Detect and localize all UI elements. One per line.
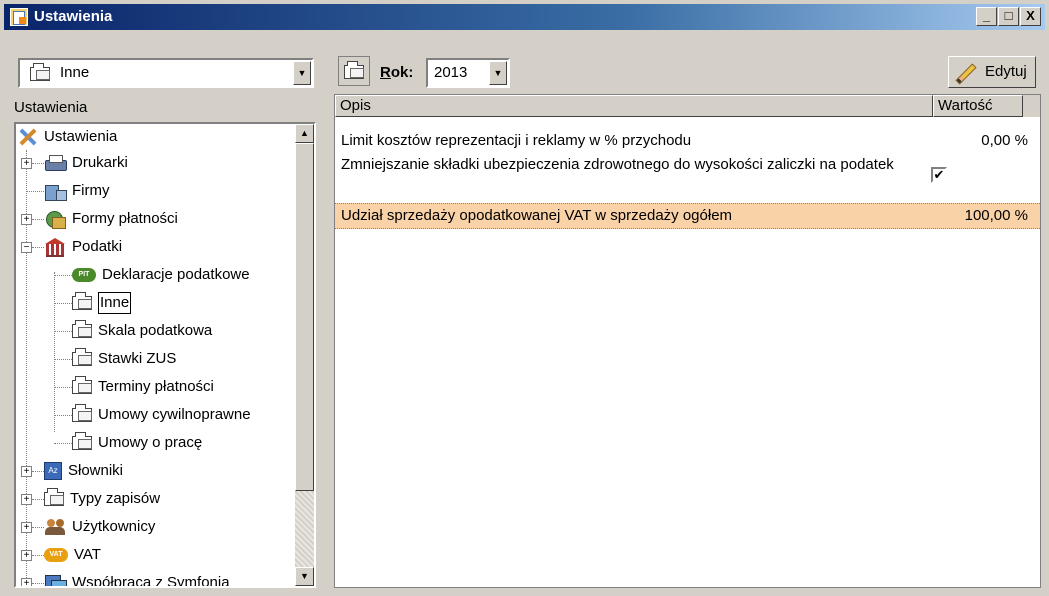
folder-icon (72, 348, 92, 367)
column-header-opis[interactable]: Opis (335, 95, 933, 117)
row-description: Limit kosztów reprezentacji i reklamy w … (341, 132, 692, 149)
row-description: Udział sprzedaży opodatkowanej VAT w spr… (341, 207, 733, 224)
maximize-button[interactable]: □ (998, 7, 1019, 26)
tree-item-vat[interactable]: VAT VAT (44, 542, 101, 568)
pit-icon: PIT (72, 268, 96, 283)
row-checkbox[interactable]: ✔ (931, 167, 947, 183)
printer-icon (44, 154, 67, 172)
close-button[interactable]: X (1020, 7, 1041, 26)
table-row[interactable]: Limit kosztów reprezentacji i reklamy w … (335, 129, 1040, 153)
chevron-down-icon[interactable]: ▼ (293, 61, 311, 85)
tree-item-podatki[interactable]: Podatki (44, 234, 122, 260)
tree-item-stawki-zus[interactable]: Stawki ZUS (72, 346, 176, 372)
tree-item-formy-platnosci[interactable]: Formy płatności (44, 206, 178, 232)
tree-header: Ustawienia (14, 99, 88, 116)
chevron-down-icon[interactable]: ▼ (489, 61, 507, 85)
tree-item-umowy-cywilne[interactable]: Umowy cywilnoprawne (72, 402, 251, 428)
folder-toolbar-button[interactable] (338, 56, 370, 86)
sync-icon (44, 573, 67, 586)
category-combo-value: Inne (60, 64, 90, 81)
table-row[interactable]: Zmniejszanie składki ubezpieczenia zdrow… (335, 153, 1040, 197)
year-combo[interactable]: 2013 ▼ (426, 58, 510, 88)
payment-icon (44, 209, 66, 230)
settings-window: Ustawienia _ □ X Inne ▼ Ustawienia + + −… (0, 0, 1049, 596)
edit-button[interactable]: Edytuj (948, 56, 1036, 88)
folder-icon (72, 320, 92, 339)
folder-icon (44, 488, 64, 507)
tree-item-deklaracje[interactable]: PIT Deklaracje podatkowe (72, 262, 250, 288)
expand-toggle[interactable]: + (21, 578, 32, 586)
tax-office-icon (44, 237, 66, 258)
category-combo[interactable]: Inne ▼ (18, 58, 314, 88)
tree-item-skala[interactable]: Skala podatkowa (72, 318, 212, 344)
window-title: Ustawienia (34, 8, 113, 25)
year-combo-value: 2013 (434, 64, 468, 81)
selected-tree-label: Inne (98, 292, 132, 314)
expand-toggle[interactable]: + (21, 494, 32, 505)
minimize-button[interactable]: _ (976, 7, 997, 26)
table-row-selected[interactable]: Udział sprzedaży opodatkowanej VAT w spr… (335, 203, 1040, 229)
folder-icon (72, 292, 92, 311)
tree-item-wspolpraca[interactable]: Współpraca z Symfonią (44, 570, 230, 586)
title-bar[interactable]: Ustawienia _ □ X (4, 4, 1045, 30)
users-icon (44, 517, 66, 537)
right-pane: Rok: 2013 ▼ Edytuj Opis Wartość Limit ko… (326, 34, 1045, 592)
expand-toggle[interactable]: + (21, 158, 32, 169)
vat-icon: VAT (44, 548, 68, 563)
expand-toggle[interactable]: + (21, 522, 32, 533)
expand-toggle[interactable]: + (21, 466, 32, 477)
expand-toggle[interactable]: + (21, 214, 32, 225)
row-value: 0,00 % (981, 132, 1028, 149)
column-header-wartosc[interactable]: Wartość (933, 95, 1023, 117)
tree-item-ustawienia[interactable]: Ustawienia (16, 124, 117, 150)
row-description: Zmniejszanie składki ubezpieczenia zdrow… (341, 156, 894, 173)
tree-item-slowniki[interactable]: Az Słowniki (44, 458, 123, 484)
company-icon (44, 182, 67, 202)
expand-toggle[interactable]: + (21, 550, 32, 561)
left-pane: Inne ▼ Ustawienia + + − + + + + + Ustawi… (4, 34, 322, 592)
folder-icon (72, 432, 92, 451)
tree-item-terminy[interactable]: Terminy płatności (72, 374, 214, 400)
tree-scrollbar[interactable]: ▲ ▼ (295, 124, 314, 586)
row-value: 100,00 % (964, 207, 1028, 224)
folder-icon (30, 63, 50, 81)
scroll-down-button[interactable]: ▼ (295, 567, 314, 586)
scroll-thumb[interactable] (295, 143, 314, 491)
year-label: Rok: (380, 64, 414, 81)
tools-icon (16, 126, 38, 148)
folder-icon (344, 61, 364, 79)
tree-item-inne[interactable]: Inne (72, 290, 132, 316)
tree-item-firmy[interactable]: Firmy (44, 178, 110, 204)
tree-item-typy-zapisow[interactable]: Typy zapisów (44, 486, 160, 512)
folder-icon (72, 376, 92, 395)
settings-table: Opis Wartość Limit kosztów reprezentacji… (334, 94, 1041, 588)
tree-item-umowy-o-prace[interactable]: Umowy o pracę (72, 430, 202, 456)
tree-item-uzytkownicy[interactable]: Użytkownicy (44, 514, 155, 540)
folder-icon (72, 404, 92, 423)
app-icon (10, 8, 28, 26)
dictionary-icon: Az (44, 462, 62, 481)
pencil-icon (955, 63, 977, 85)
tree-item-drukarki[interactable]: Drukarki (44, 150, 128, 176)
settings-tree: + + − + + + + + Ustawienia Drukarki Firm… (14, 122, 316, 588)
collapse-toggle[interactable]: − (21, 242, 32, 253)
table-header: Opis Wartość (335, 95, 1040, 117)
scroll-up-button[interactable]: ▲ (295, 124, 314, 143)
